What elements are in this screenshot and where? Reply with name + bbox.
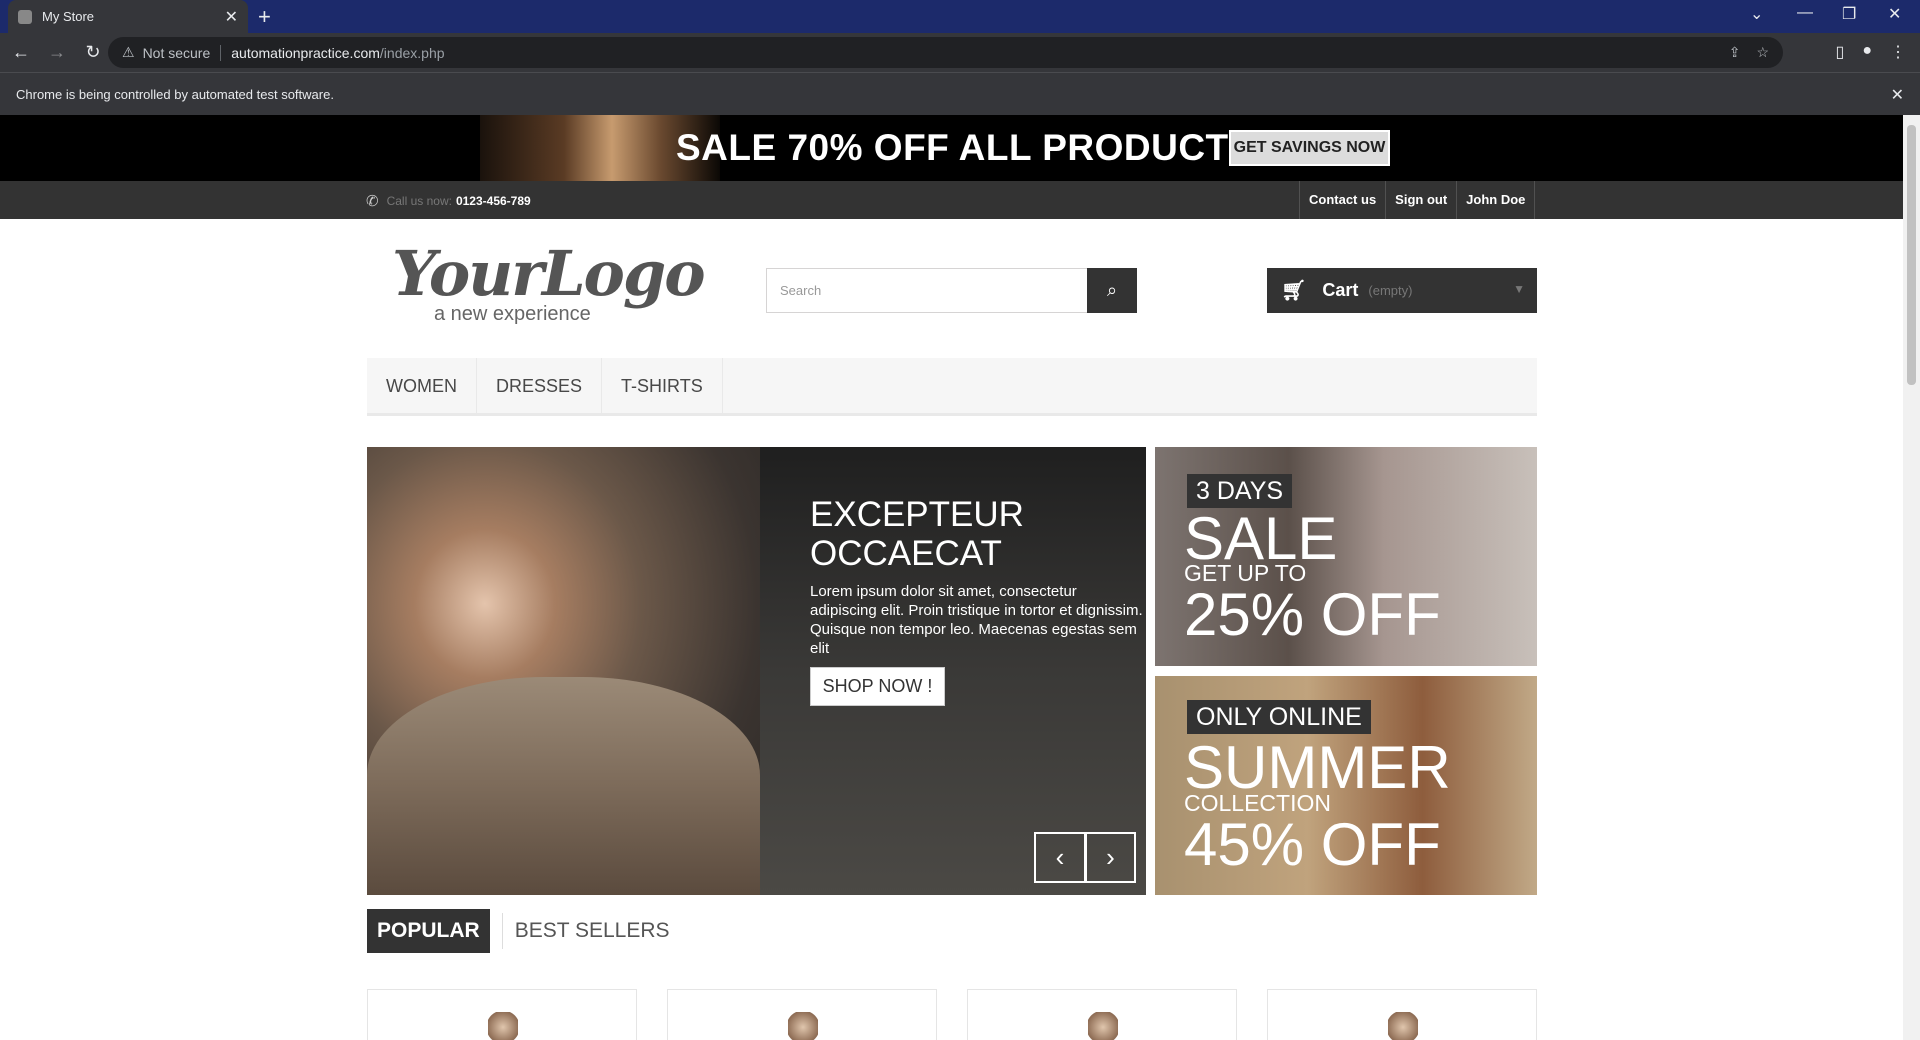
- product-image: [1388, 1012, 1418, 1040]
- minimize-icon[interactable]: —: [1797, 4, 1813, 22]
- browser-toolbar: ← → ↻ ⚠ Not secure automationpractice.co…: [0, 33, 1920, 72]
- promo-banner-summer[interactable]: ONLY ONLINE SUMMER COLLECTION 45% OFF: [1155, 676, 1537, 895]
- tab-title: My Store: [42, 9, 95, 24]
- menu-item-t-shirts[interactable]: T-shirts: [602, 358, 723, 413]
- sign-out-link[interactable]: Sign out: [1385, 181, 1456, 219]
- call-us: ✆ Call us now: 0123-456-789: [366, 192, 531, 210]
- favicon-icon: [18, 9, 32, 24]
- search-button[interactable]: ⌕: [1087, 268, 1137, 313]
- cart-label: Cart: [1322, 280, 1359, 300]
- promo-badge: ONLY ONLINE: [1187, 700, 1371, 734]
- back-icon[interactable]: ←: [6, 42, 36, 63]
- slider-controls: ‹ ›: [1034, 832, 1136, 883]
- phone-icon: ✆: [366, 193, 379, 210]
- header-links: Contact us Sign out John Doe: [1299, 181, 1536, 219]
- sale-banner[interactable]: SALE 70% OFF ALL PRODUCTS GET SAVINGS NO…: [0, 115, 1903, 181]
- search-icon: ⌕: [1106, 280, 1118, 300]
- slider-prev-icon[interactable]: ‹: [1034, 832, 1085, 883]
- phone-number: 0123-456-789: [455, 194, 531, 208]
- forward-icon[interactable]: →: [42, 42, 72, 63]
- tab-best-sellers[interactable]: BEST SELLERS: [515, 919, 670, 943]
- search-input[interactable]: Search: [766, 268, 1087, 313]
- slider-image-lower: [367, 677, 760, 895]
- url-host: automationpractice.com: [231, 44, 380, 61]
- menu-item-dresses[interactable]: Dresses: [477, 358, 603, 413]
- scrollbar-thumb[interactable]: [1907, 125, 1916, 385]
- new-tab-button[interactable]: +: [258, 4, 271, 30]
- header-nav-strip: ✆ Call us now: 0123-456-789 Contact us S…: [0, 181, 1903, 219]
- profile-icon[interactable]: ●: [1862, 42, 1872, 62]
- shop-now-button[interactable]: SHOP NOW !: [810, 667, 945, 706]
- browser-tab-bar: My Store ✕ + ⌄ — ❐ ✕: [0, 0, 1920, 33]
- main-menu: Women Dresses T-shirts: [367, 358, 1537, 416]
- home-slider: Excepteur Occaecat Lorem ipsum dolor sit…: [367, 447, 1146, 895]
- promo-headline: SUMMER: [1184, 734, 1451, 801]
- promo-discount: 25% OFF: [1184, 581, 1441, 648]
- product-card[interactable]: [1267, 989, 1537, 1040]
- store-logo[interactable]: YourLogo a new experience: [392, 237, 706, 333]
- tab-search-icon[interactable]: ⌄: [1750, 4, 1763, 24]
- slider-next-icon[interactable]: ›: [1085, 832, 1136, 883]
- product-card[interactable]: [367, 989, 637, 1040]
- bookmark-star-icon[interactable]: ☆: [1756, 44, 1769, 61]
- cart-status: (empty): [1368, 283, 1413, 298]
- url-path: /index.php: [379, 44, 445, 61]
- restore-icon[interactable]: ❐: [1842, 4, 1856, 24]
- product-image: [1088, 1012, 1118, 1040]
- account-link[interactable]: John Doe: [1456, 181, 1536, 219]
- logo-script: YourLogo: [392, 237, 706, 310]
- call-us-label: Call us now:: [386, 194, 452, 208]
- get-savings-button[interactable]: GET SAVINGS NOW: [1229, 130, 1390, 166]
- cart-button[interactable]: 🛒︎ Cart (empty) ▼: [1267, 268, 1537, 313]
- slide-title-line-1: Excepteur: [810, 495, 1024, 534]
- chevron-down-icon: ▼: [1513, 282, 1525, 296]
- promo-discount: 45% OFF: [1184, 811, 1441, 878]
- product-image: [488, 1012, 518, 1040]
- tab-divider: [501, 913, 503, 949]
- product-card[interactable]: [667, 989, 937, 1040]
- product-tabs: POPULAR BEST SELLERS: [367, 909, 670, 953]
- menu-kebab-icon[interactable]: ⋮: [1890, 42, 1906, 62]
- infobar-text: Chrome is being controlled by automated …: [16, 86, 334, 102]
- promo-banner-sale[interactable]: 3 DAYS SALE GET UP TO 25% OFF: [1155, 447, 1537, 666]
- reload-icon[interactable]: ↻: [78, 42, 108, 63]
- search-form: Search ⌕: [766, 268, 1137, 313]
- promo-badge: 3 DAYS: [1187, 474, 1293, 508]
- banner-headline: SALE 70% OFF ALL PRODUCTS: [676, 127, 1254, 168]
- warning-icon: ⚠: [122, 44, 135, 60]
- omnibox-divider: [220, 44, 222, 61]
- automation-infobar: Chrome is being controlled by automated …: [0, 72, 1920, 115]
- side-panel-icon[interactable]: ▯: [1836, 42, 1845, 62]
- contact-us-link[interactable]: Contact us: [1299, 181, 1385, 219]
- address-bar[interactable]: ⚠ Not secure automationpractice.com /ind…: [108, 37, 1783, 68]
- share-icon[interactable]: ⇪: [1729, 44, 1741, 61]
- product-image: [788, 1012, 818, 1040]
- page-content: SALE 70% OFF ALL PRODUCTS GET SAVINGS NO…: [0, 115, 1903, 1040]
- slide-description: Lorem ipsum dolor sit amet, consectetur …: [810, 583, 1143, 657]
- close-window-icon[interactable]: ✕: [1888, 4, 1901, 24]
- tab-popular[interactable]: POPULAR: [367, 909, 490, 953]
- infobar-close-icon[interactable]: ✕: [1891, 85, 1904, 105]
- page-scrollbar[interactable]: [1903, 115, 1920, 1040]
- logo-tagline: a new experience: [434, 303, 591, 325]
- security-label: Not secure: [142, 44, 211, 61]
- product-card[interactable]: [967, 989, 1237, 1040]
- menu-item-women[interactable]: Women: [367, 358, 477, 413]
- browser-tab[interactable]: My Store ✕: [8, 0, 248, 33]
- slide-title: Excepteur Occaecat: [810, 495, 1024, 573]
- cart-icon: 🛒︎: [1281, 280, 1307, 302]
- slide-title-line-2: Occaecat: [810, 534, 1002, 573]
- close-tab-icon[interactable]: ✕: [225, 7, 238, 27]
